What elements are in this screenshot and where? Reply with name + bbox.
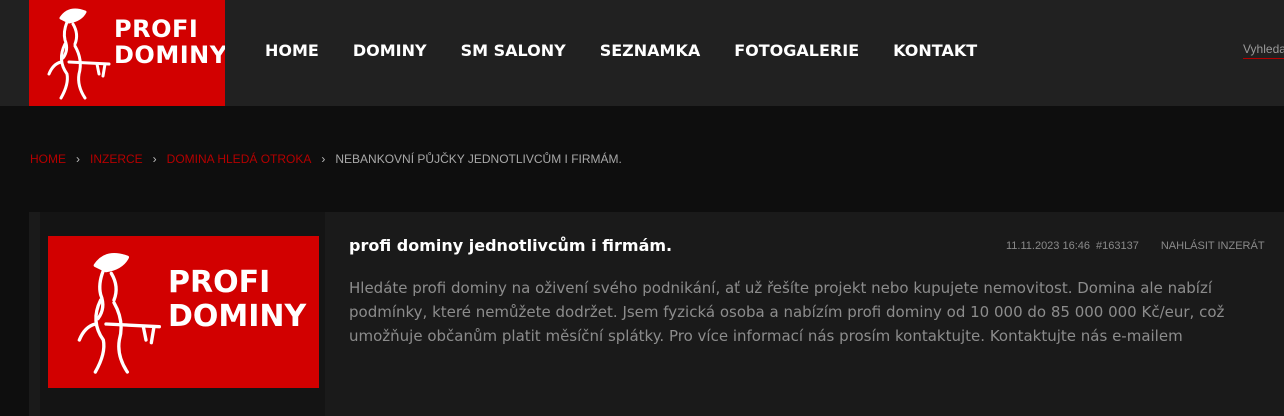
logo-line-2: DOMINY [114, 41, 225, 69]
ad-id: #163137 [1096, 240, 1139, 252]
nav-sm-salony[interactable]: SM SALONY [461, 38, 566, 64]
ad-image-text: PROFI DOMINY [168, 266, 306, 334]
breadcrumb-inzerce[interactable]: INZERCE [90, 152, 143, 166]
ad-image-line-2: DOMINY [168, 299, 307, 334]
report-ad-link[interactable]: NAHLÁSIT INZERÁT [1161, 240, 1265, 252]
breadcrumb-current: NEBANKOVNÍ PŮJČKY JEDNOTLIVCŮM I FIRMÁM. [335, 152, 622, 166]
breadcrumb: HOME › INZERCE › DOMINA HLEDÁ OTROKA › N… [30, 152, 622, 166]
ad-card: PROFI DOMINY profi dominy jednotlivcům i… [29, 212, 1284, 416]
logo-line-1: PROFI [114, 15, 199, 43]
nav-seznamka[interactable]: SEZNAMKA [600, 38, 701, 64]
search-input[interactable] [1243, 42, 1284, 56]
ad-image-line-1: PROFI [168, 265, 271, 300]
ad-image[interactable]: PROFI DOMINY [48, 236, 319, 388]
chevron-right-icon: › [152, 152, 157, 166]
nav-home[interactable]: HOME [265, 38, 319, 64]
chevron-right-icon: › [76, 152, 80, 166]
site-logo[interactable]: PROFI DOMINY [29, 0, 225, 106]
nav-kontakt[interactable]: KONTAKT [893, 38, 977, 64]
nav-fotogalerie[interactable]: FOTOGALERIE [734, 38, 859, 64]
chevron-right-icon: › [321, 152, 326, 166]
nav-dominy[interactable]: DOMINY [353, 38, 427, 64]
breadcrumb-domina-hleda-otroka[interactable]: DOMINA HLEDÁ OTROKA [167, 152, 312, 166]
ad-description: Hledáte profi dominy na oživení svého po… [349, 279, 1225, 345]
breadcrumb-home[interactable]: HOME [30, 152, 66, 166]
ad-meta: 11.11.2023 16:46 #163137 NAHLÁSIT INZERÁ… [1006, 240, 1265, 252]
search-box [1243, 38, 1284, 59]
ad-date: 11.11.2023 16:46 [1006, 240, 1091, 252]
main-nav: HOME DOMINY SM SALONY SEZNAMKA FOTOGALER… [248, 38, 994, 64]
logo-text: PROFI DOMINY [114, 16, 225, 68]
ad-title: profi dominy jednotlivcům i firmám. [349, 236, 673, 255]
site-header: PROFI DOMINY HOME DOMINY SM SALONY SEZNA… [0, 0, 1284, 106]
